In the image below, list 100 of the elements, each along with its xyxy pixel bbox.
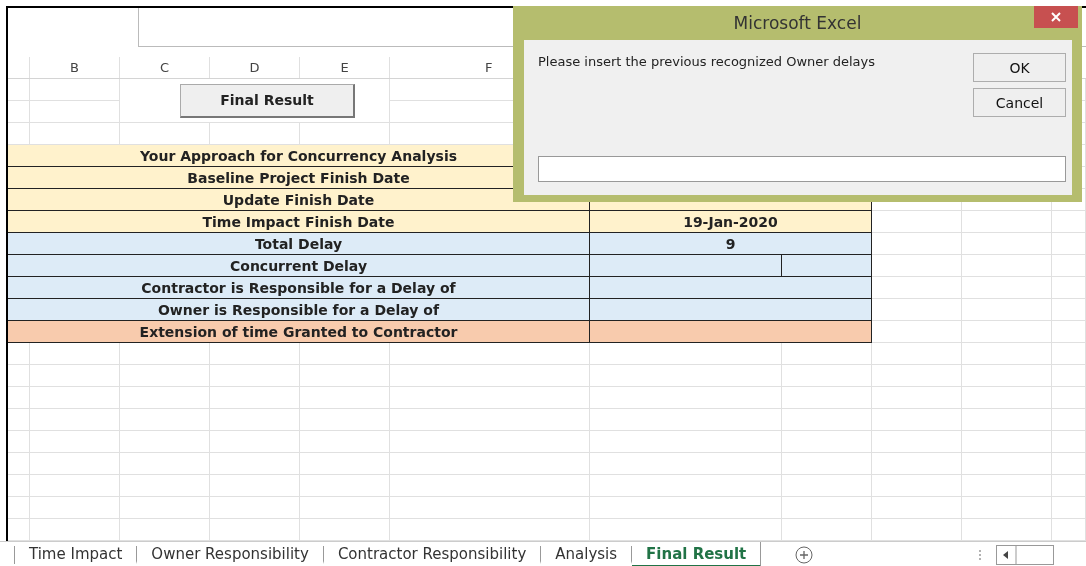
grid-cell[interactable] xyxy=(8,101,30,123)
grid-cell[interactable] xyxy=(962,299,1052,321)
column-header[interactable]: E xyxy=(300,57,390,78)
grid-cell[interactable] xyxy=(210,431,300,453)
add-sheet-icon[interactable] xyxy=(795,546,814,564)
grid-cell[interactable] xyxy=(782,497,872,519)
grid-cell[interactable] xyxy=(8,475,30,497)
column-header[interactable]: B xyxy=(30,57,120,78)
grid-cell[interactable] xyxy=(782,475,872,497)
grid-cell[interactable] xyxy=(872,233,962,255)
scroll-left-icon[interactable] xyxy=(996,545,1054,565)
grid-cell[interactable] xyxy=(872,343,962,365)
grid-cell[interactable] xyxy=(30,409,120,431)
grid-cell[interactable] xyxy=(300,365,390,387)
grid-cell[interactable] xyxy=(1052,475,1086,497)
grid-cell[interactable] xyxy=(962,233,1052,255)
grid-cell[interactable] xyxy=(872,387,962,409)
grid-cell[interactable] xyxy=(210,409,300,431)
grid-cell[interactable] xyxy=(30,453,120,475)
grid-cell[interactable] xyxy=(962,277,1052,299)
grid-cell[interactable] xyxy=(962,453,1052,475)
grid-cell[interactable] xyxy=(300,475,390,497)
grid-cell[interactable] xyxy=(1052,211,1086,233)
grid-cell[interactable] xyxy=(782,343,872,365)
grid-cell[interactable] xyxy=(1052,409,1086,431)
grid-cell[interactable] xyxy=(30,79,120,101)
grid-cell[interactable] xyxy=(210,497,300,519)
grid-cell[interactable] xyxy=(30,101,120,123)
grid-cell[interactable] xyxy=(1052,431,1086,453)
grid-cell[interactable] xyxy=(120,431,210,453)
grid-cell[interactable] xyxy=(872,475,962,497)
grid-cell[interactable] xyxy=(962,387,1052,409)
grid-cell[interactable] xyxy=(782,409,872,431)
grid-cell[interactable] xyxy=(390,453,590,475)
grid-cell[interactable] xyxy=(590,431,782,453)
grid-cell[interactable] xyxy=(390,365,590,387)
grid-cell[interactable] xyxy=(300,497,390,519)
grid-cell[interactable] xyxy=(782,387,872,409)
grid-cell[interactable] xyxy=(962,343,1052,365)
grid-cell[interactable] xyxy=(8,387,30,409)
grid-cell[interactable] xyxy=(590,365,782,387)
grid-cell[interactable] xyxy=(782,453,872,475)
grid-cell[interactable] xyxy=(300,343,390,365)
grid-cell[interactable] xyxy=(390,387,590,409)
grid-cell[interactable] xyxy=(962,321,1052,343)
grid-cell[interactable] xyxy=(872,299,962,321)
grid-cell[interactable] xyxy=(390,343,590,365)
ok-button[interactable]: OK xyxy=(973,53,1066,82)
grid-cell[interactable] xyxy=(120,387,210,409)
column-header[interactable]: D xyxy=(210,57,300,78)
grid-cell[interactable] xyxy=(120,497,210,519)
grid-cell[interactable] xyxy=(120,365,210,387)
grid-cell[interactable] xyxy=(590,343,782,365)
grid-cell[interactable] xyxy=(590,453,782,475)
grid-cell[interactable] xyxy=(210,453,300,475)
grid-cell[interactable] xyxy=(1052,255,1086,277)
grid-cell[interactable] xyxy=(120,409,210,431)
grid-cell[interactable] xyxy=(1052,387,1086,409)
grid-cell[interactable] xyxy=(872,277,962,299)
grid-cell[interactable] xyxy=(872,497,962,519)
grid-cell[interactable] xyxy=(300,431,390,453)
input-field[interactable] xyxy=(538,156,1066,182)
grid-cell[interactable] xyxy=(1052,343,1086,365)
grid-cell[interactable] xyxy=(1052,365,1086,387)
grid-cell[interactable] xyxy=(390,409,590,431)
grid-cell[interactable] xyxy=(962,409,1052,431)
grid-cell[interactable] xyxy=(210,387,300,409)
close-button[interactable] xyxy=(1034,6,1078,28)
grid-cell[interactable] xyxy=(30,387,120,409)
grid-cell[interactable] xyxy=(390,431,590,453)
grid-cell[interactable] xyxy=(1052,453,1086,475)
sheet-tab[interactable]: Contractor Responsibility xyxy=(323,546,542,564)
grid-cell[interactable] xyxy=(8,497,30,519)
grid-cell[interactable] xyxy=(872,211,962,233)
grid-cell[interactable] xyxy=(872,431,962,453)
grid-cell[interactable] xyxy=(1052,321,1086,343)
grid-cell[interactable] xyxy=(962,365,1052,387)
grid-cell[interactable] xyxy=(590,497,782,519)
grid-cell[interactable] xyxy=(590,475,782,497)
grid-cell[interactable] xyxy=(962,497,1052,519)
sheet-tab[interactable]: Owner Responsibility xyxy=(137,546,324,564)
grid-cell[interactable] xyxy=(30,365,120,387)
sheet-tab[interactable]: Analysis xyxy=(541,546,633,564)
grid-cell[interactable] xyxy=(872,409,962,431)
grid-cell[interactable] xyxy=(210,475,300,497)
grid-cell[interactable] xyxy=(590,409,782,431)
grid-cell[interactable] xyxy=(120,475,210,497)
grid-cell[interactable] xyxy=(1052,233,1086,255)
grid-cell[interactable] xyxy=(390,475,590,497)
grid-cell[interactable] xyxy=(8,343,30,365)
grid-cell[interactable] xyxy=(962,475,1052,497)
sheet-tab[interactable]: Time Impact xyxy=(15,546,138,564)
grid-cell[interactable] xyxy=(8,365,30,387)
grid-cell[interactable] xyxy=(962,211,1052,233)
grid-cell[interactable] xyxy=(300,453,390,475)
grid-cell[interactable] xyxy=(8,453,30,475)
grid-cell[interactable] xyxy=(8,431,30,453)
grid-cell[interactable] xyxy=(872,453,962,475)
grid-cell[interactable] xyxy=(962,431,1052,453)
column-header[interactable]: C xyxy=(120,57,210,78)
